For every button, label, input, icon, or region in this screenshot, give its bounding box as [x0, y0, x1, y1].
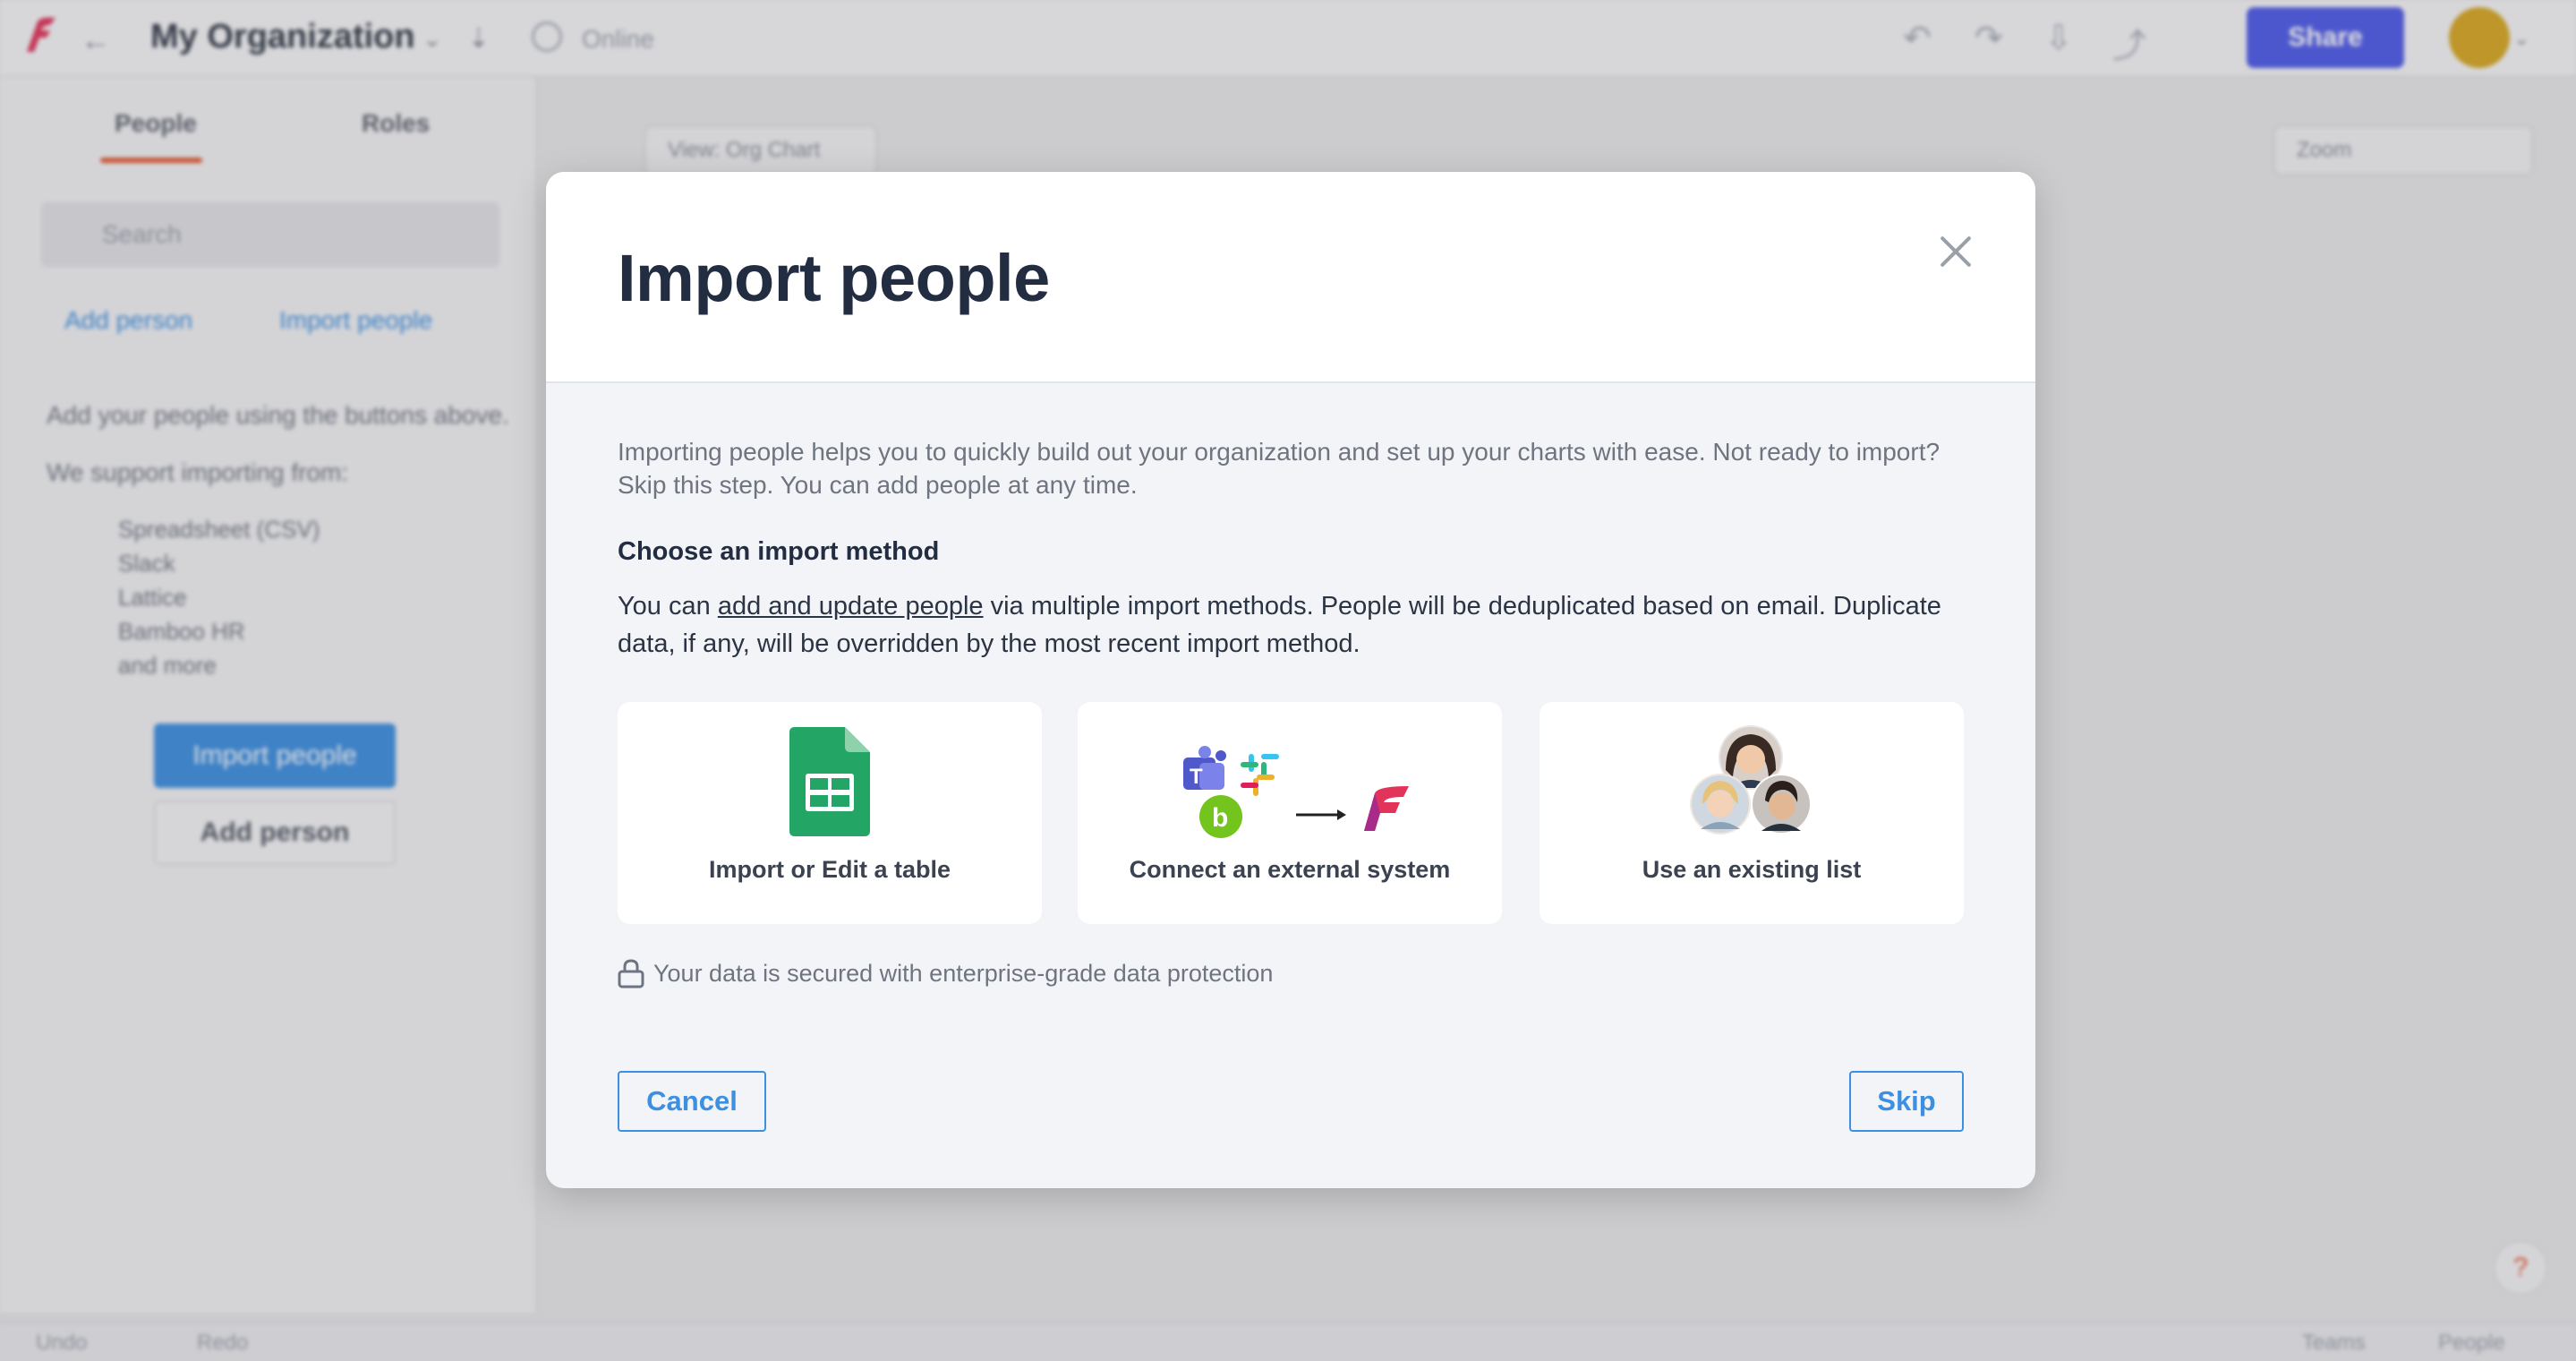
desc-prefix: You can	[618, 592, 718, 621]
intro-text: Importing people helps you to quickly bu…	[618, 438, 1941, 499]
connect-external-system-card[interactable]: T b Connect an external system	[1078, 702, 1502, 924]
card-label: Import or Edit a table	[708, 856, 951, 883]
svg-text:b: b	[1212, 803, 1228, 833]
svg-text:T: T	[1190, 765, 1203, 789]
section-title: Choose an import method	[618, 537, 940, 566]
add-and-update-people-link[interactable]: add and update people	[718, 592, 984, 621]
close-icon[interactable]	[1933, 229, 1978, 274]
import-table-card[interactable]: Import or Edit a table	[618, 702, 1042, 924]
lock-icon	[618, 959, 644, 989]
import-description: You can add and update people via multip…	[618, 587, 1978, 663]
cancel-button[interactable]: Cancel	[618, 1071, 766, 1132]
integrations-icon: T b	[1183, 746, 1409, 838]
card-label: Use an existing list	[1642, 856, 1862, 883]
google-sheets-icon	[789, 727, 870, 836]
import-people-dialog: Import people Importing people helps you…	[546, 172, 2035, 1188]
use-existing-list-card[interactable]: Use an existing list	[1540, 702, 1964, 924]
dialog-title: Import people	[618, 241, 1050, 315]
skip-button[interactable]: Skip	[1849, 1071, 1964, 1132]
dialog-header: Import people	[546, 172, 2035, 383]
card-label: Connect an external system	[1129, 856, 1451, 883]
people-avatars-icon	[1690, 725, 1812, 835]
security-note-text: Your data is secured with enterprise-gra…	[653, 960, 1274, 987]
